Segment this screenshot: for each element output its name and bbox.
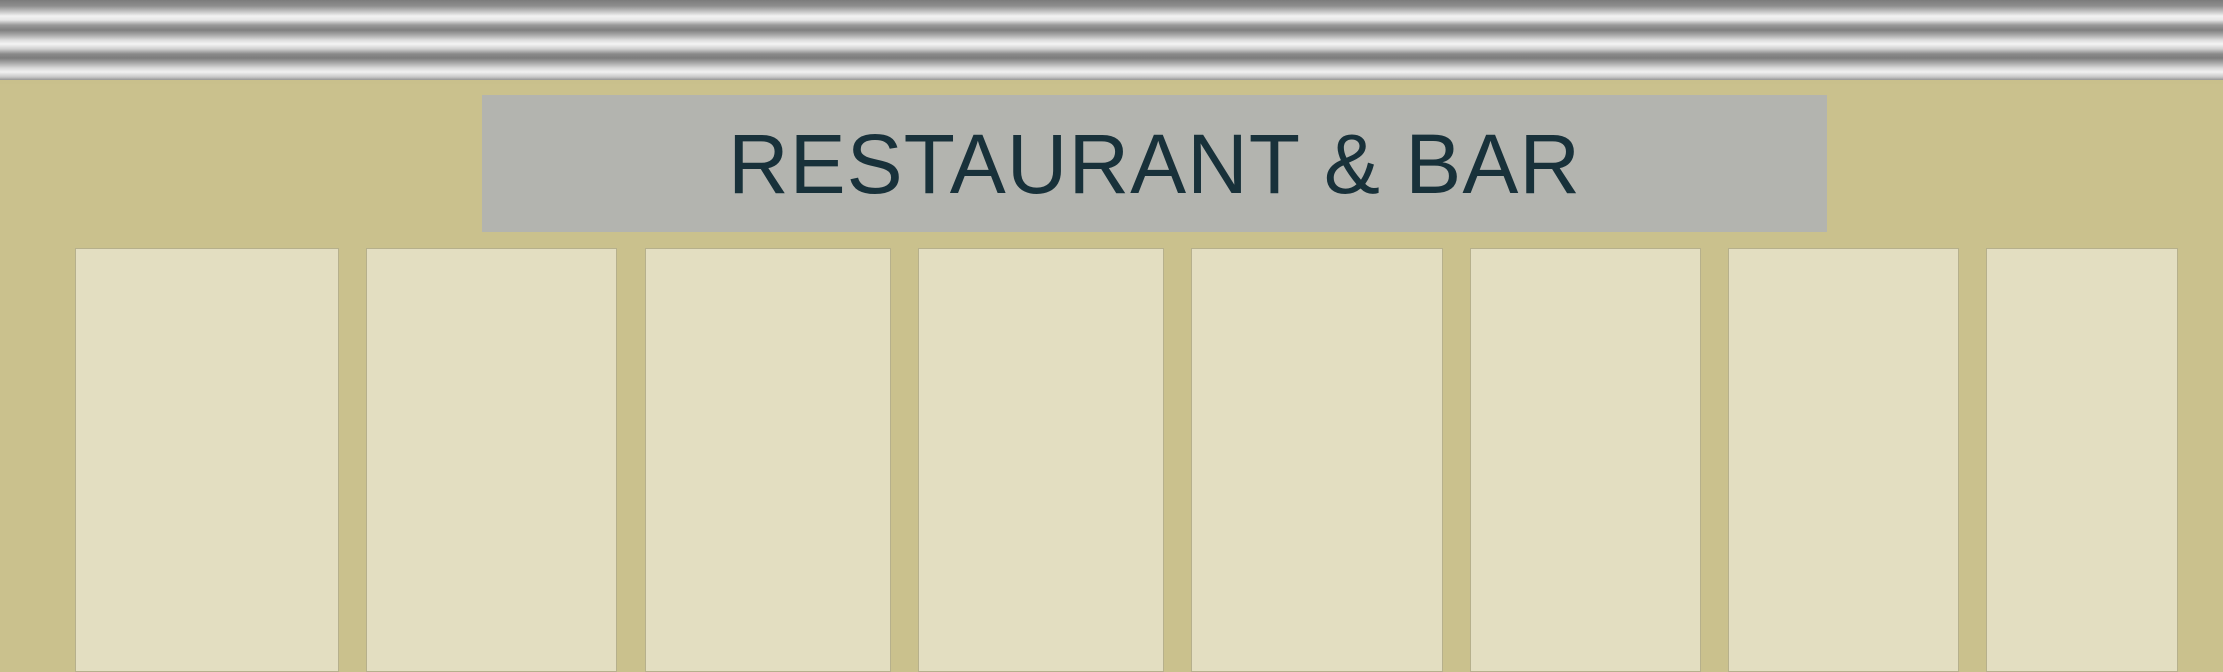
storefront-window: [1986, 248, 2178, 672]
storefront-window: [918, 248, 1164, 672]
awning-stripes: [0, 0, 2223, 84]
metal-awning: [0, 0, 2223, 84]
restaurant-signboard: RESTAURANT & BAR: [482, 95, 1827, 232]
storefront-window: [645, 248, 891, 672]
storefront-window: [1191, 248, 1443, 672]
storefront-window: [75, 248, 339, 672]
storefront-window: [1728, 248, 1959, 672]
restaurant-facade-scene: RESTAURANT & BAR: [0, 0, 2223, 672]
storefront-window: [1470, 248, 1701, 672]
storefront-window: [366, 248, 617, 672]
sign-text: RESTAURANT & BAR: [727, 116, 1582, 211]
